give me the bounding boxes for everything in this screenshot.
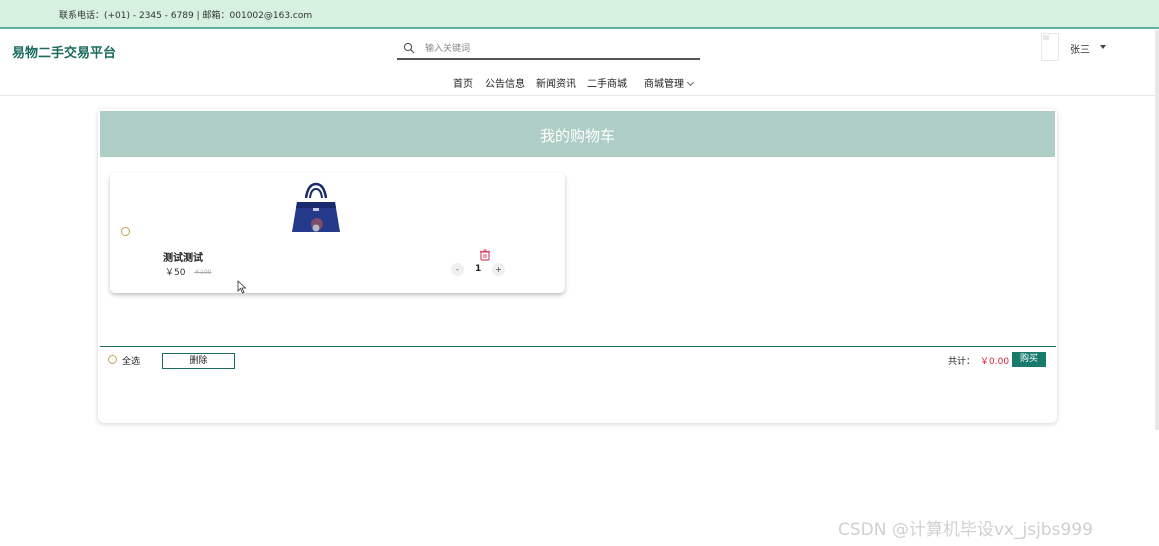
chevron-down-icon [686, 78, 695, 87]
search-input[interactable] [425, 41, 685, 56]
search-bar [397, 38, 700, 60]
trash-icon[interactable] [479, 249, 491, 261]
product-price: ￥50 [165, 268, 186, 278]
username[interactable]: 张三 [1070, 41, 1090, 56]
nav-item-shop[interactable]: 二手商城 [587, 75, 627, 90]
avatar-icon[interactable] [1041, 33, 1059, 61]
quantity-decrease-button[interactable]: - [451, 263, 464, 276]
top-contact-bar: 联系电话：(+01) - 2345 - 6789 | 邮箱：001002@163… [0, 0, 1159, 29]
total-label: 共计： [948, 357, 976, 367]
select-all-label[interactable]: 全选 [122, 354, 140, 367]
caret-down-icon[interactable] [1100, 45, 1106, 49]
cart-panel: 我的购物车 测试测试 ￥50 ￥100 - 1 + [98, 109, 1057, 423]
cart-title: 我的购物车 [539, 127, 615, 145]
cart-item: 测试测试 ￥50 ￥100 - 1 + [110, 173, 565, 293]
watermark: CSDN @计算机毕设vx_jsjbs999 [838, 520, 1093, 540]
nav-item-news[interactable]: 新闻资讯 [536, 75, 576, 90]
main-nav: 首页 公告信息 新闻资讯 二手商城 商城管理 [0, 73, 1159, 91]
page-scrollbar[interactable] [1155, 30, 1159, 430]
nav-item-notices[interactable]: 公告信息 [485, 75, 525, 90]
quantity-value: 1 [475, 264, 482, 274]
cart-header: 我的购物车 [100, 111, 1055, 157]
total-value: ￥0.00 [980, 357, 1010, 367]
nav-item-shop-management[interactable]: 商城管理 [644, 75, 695, 90]
contact-info: 联系电话：(+01) - 2345 - 6789 | 邮箱：001002@163… [59, 11, 313, 21]
select-all-radio[interactable] [108, 355, 117, 364]
item-select-radio[interactable] [121, 227, 130, 236]
delete-button[interactable]: 删除 [162, 353, 235, 369]
cart-footer-divider [100, 346, 1056, 347]
header: 易物二手交易平台 张三 首页 公告信息 新闻资讯 二手商城 商城管理 [0, 29, 1159, 96]
buy-button[interactable]: 购买 [1012, 352, 1046, 367]
product-original-price: ￥100 [194, 269, 212, 276]
cursor-icon [237, 280, 247, 294]
product-name[interactable]: 测试测试 [163, 249, 203, 264]
search-icon[interactable] [403, 42, 415, 54]
nav-item-home[interactable]: 首页 [453, 75, 473, 90]
product-image[interactable] [286, 178, 346, 238]
quantity-increase-button[interactable]: + [492, 263, 505, 276]
nav-item-label: 商城管理 [644, 79, 684, 90]
site-logo-title[interactable]: 易物二手交易平台 [12, 42, 116, 61]
